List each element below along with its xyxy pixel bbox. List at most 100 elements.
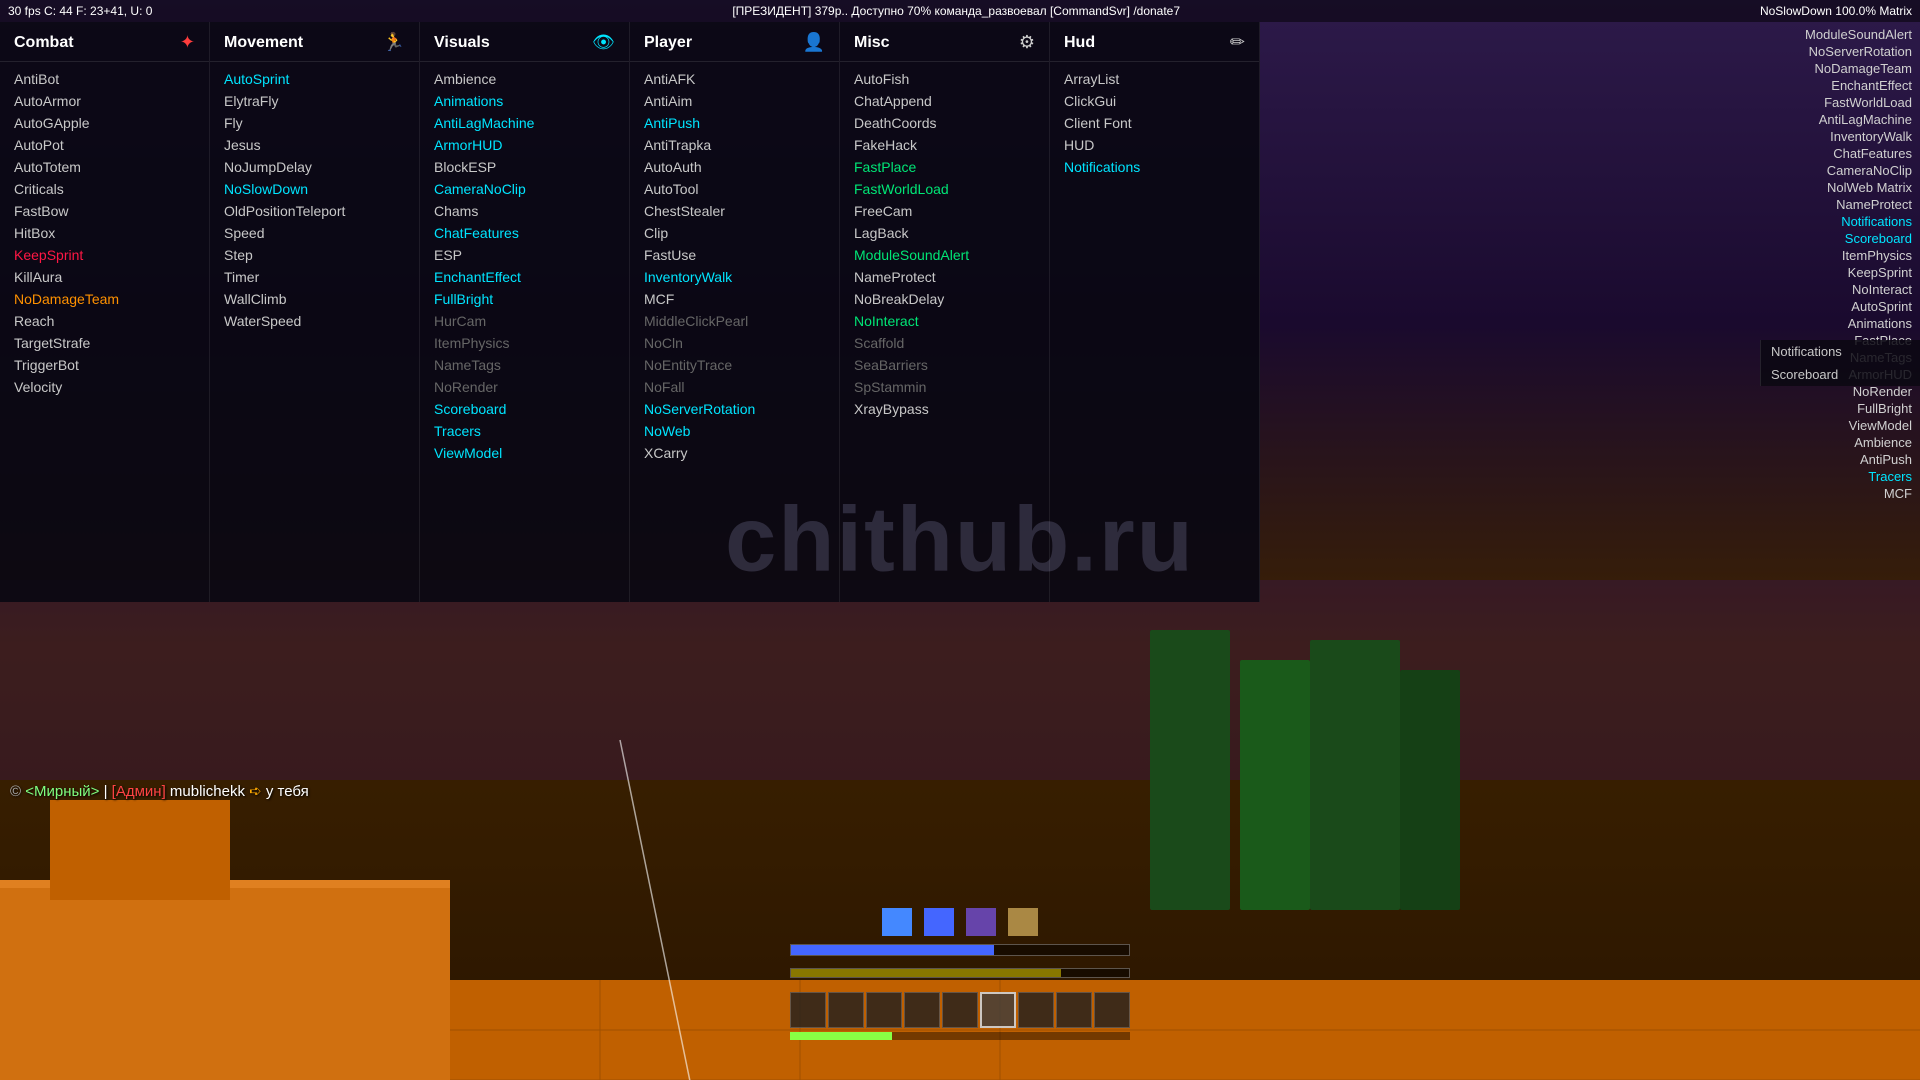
menu-item[interactable]: NoWeb — [630, 420, 839, 442]
menu-item[interactable]: BlockESP — [420, 156, 629, 178]
menu-item[interactable]: FullBright — [420, 288, 629, 310]
hotbar-slot[interactable] — [828, 992, 864, 1028]
menu-item[interactable]: NoFall — [630, 376, 839, 398]
menu-item[interactable]: ESP — [420, 244, 629, 266]
menu-item[interactable]: Timer — [210, 266, 419, 288]
hotbar-slot-selected[interactable] — [980, 992, 1016, 1028]
menu-item[interactable]: KillAura — [0, 266, 209, 288]
menu-item[interactable]: FastUse — [630, 244, 839, 266]
menu-item[interactable]: SeaBarriers — [840, 354, 1049, 376]
menu-item[interactable]: AutoFish — [840, 68, 1049, 90]
menu-item[interactable]: NameProtect — [840, 266, 1049, 288]
menu-item[interactable]: Step — [210, 244, 419, 266]
menu-item[interactable]: EnchantEffect — [420, 266, 629, 288]
menu-item[interactable]: AntiTrapka — [630, 134, 839, 156]
menu-item[interactable]: NoServerRotation — [630, 398, 839, 420]
hotbar-slot[interactable] — [1094, 992, 1130, 1028]
menu-item[interactable]: Reach — [0, 310, 209, 332]
menu-item[interactable]: NoInteract — [840, 310, 1049, 332]
sidebar-item: InventoryWalk — [1728, 128, 1912, 145]
hotbar-slot[interactable] — [904, 992, 940, 1028]
sidebar-item: MCF — [1728, 485, 1912, 502]
menu-item[interactable]: AntiAim — [630, 90, 839, 112]
menu-item[interactable]: ViewModel — [420, 442, 629, 464]
menu-item-fly[interactable]: Fly — [210, 112, 419, 134]
hotbar-slot[interactable] — [1018, 992, 1054, 1028]
menu-item[interactable]: AntiAFK — [630, 68, 839, 90]
menu-item[interactable]: LagBack — [840, 222, 1049, 244]
menu-item[interactable]: NoEntityTrace — [630, 354, 839, 376]
menu-item[interactable]: ChatFeatures — [420, 222, 629, 244]
menu-item[interactable]: Chams — [420, 200, 629, 222]
menu-item[interactable]: ElytraFly — [210, 90, 419, 112]
menu-item[interactable]: TargetStrafe — [0, 332, 209, 354]
menu-item[interactable]: FreeCam — [840, 200, 1049, 222]
hotbar-slot[interactable] — [942, 992, 978, 1028]
menu-item[interactable]: Criticals — [0, 178, 209, 200]
menu-item[interactable]: HUD — [1050, 134, 1259, 156]
menu-item[interactable]: InventoryWalk — [630, 266, 839, 288]
menu-item[interactable]: MCF — [630, 288, 839, 310]
menu-item[interactable]: TriggerBot — [0, 354, 209, 376]
menu-item[interactable]: XCarry — [630, 442, 839, 464]
menu-item[interactable]: AutoTool — [630, 178, 839, 200]
menu-item[interactable]: AutoTotem — [0, 156, 209, 178]
menu-item[interactable]: ModuleSoundAlert — [840, 244, 1049, 266]
menu-item[interactable]: MiddleClickPearl — [630, 310, 839, 332]
menu-item[interactable]: AntiLagMachine — [420, 112, 629, 134]
menu-item[interactable]: FastBow — [0, 200, 209, 222]
menu-item[interactable]: FastPlace — [840, 156, 1049, 178]
menu-item[interactable]: FastWorldLoad — [840, 178, 1049, 200]
notif-item-scoreboard[interactable]: Scoreboard — [1761, 363, 1920, 386]
hotbar-icon-4 — [1008, 908, 1038, 936]
menu-item[interactable]: Speed — [210, 222, 419, 244]
menu-item[interactable]: NoBreakDelay — [840, 288, 1049, 310]
menu-item[interactable]: NoJumpDelay — [210, 156, 419, 178]
menu-item[interactable]: Animations — [420, 90, 629, 112]
hotbar-slot[interactable] — [790, 992, 826, 1028]
menu-item-scoreboard[interactable]: Scoreboard — [420, 398, 629, 420]
menu-item-antipush[interactable]: AntiPush — [630, 112, 839, 134]
menu-item[interactable]: Ambience — [420, 68, 629, 90]
menu-item[interactable]: WaterSpeed — [210, 310, 419, 332]
menu-item[interactable]: FakeHack — [840, 134, 1049, 156]
menu-item[interactable]: WallClimb — [210, 288, 419, 310]
hotbar-slot[interactable] — [866, 992, 902, 1028]
menu-item[interactable]: ArrayList — [1050, 68, 1259, 90]
menu-item[interactable]: DeathCoords — [840, 112, 1049, 134]
menu-item[interactable]: CameraNoClip — [420, 178, 629, 200]
menu-item-velocity[interactable]: Velocity — [0, 376, 209, 398]
menu-item[interactable]: OldPositionTeleport — [210, 200, 419, 222]
menu-item[interactable]: AutoGApple — [0, 112, 209, 134]
menu-item[interactable]: NameTags — [420, 354, 629, 376]
menu-item[interactable]: NoRender — [420, 376, 629, 398]
hotbar-slot[interactable] — [1056, 992, 1092, 1028]
menu-item[interactable]: HurCam — [420, 310, 629, 332]
notif-item-notifications[interactable]: Notifications — [1761, 340, 1920, 363]
menu-item[interactable]: SpStammin — [840, 376, 1049, 398]
menu-item[interactable]: Scaffold — [840, 332, 1049, 354]
menu-item[interactable]: ChestStealer — [630, 200, 839, 222]
menu-item[interactable]: AutoArmor — [0, 90, 209, 112]
menu-item[interactable]: HitBox — [0, 222, 209, 244]
menu-item[interactable]: Client Font — [1050, 112, 1259, 134]
menu-item[interactable]: AutoAuth — [630, 156, 839, 178]
menu-item[interactable]: Jesus — [210, 134, 419, 156]
menu-item[interactable]: ChatAppend — [840, 90, 1049, 112]
menu-item[interactable]: ClickGui — [1050, 90, 1259, 112]
menu-item[interactable]: Clip — [630, 222, 839, 244]
menu-item-autosprint[interactable]: AutoSprint — [210, 68, 419, 90]
menu-item[interactable]: ArmorHUD — [420, 134, 629, 156]
menu-item-tracers[interactable]: Tracers — [420, 420, 629, 442]
menu-item-nodamageteam[interactable]: NoDamageTeam — [0, 288, 209, 310]
menu-item[interactable]: ItemPhysics — [420, 332, 629, 354]
menu-item-keepsprint[interactable]: KeepSprint — [0, 244, 209, 266]
menu-item-notifications[interactable]: Notifications — [1050, 156, 1259, 178]
hud-items: ArrayList ClickGui Client Font HUD Notif… — [1050, 62, 1259, 184]
sidebar-item: ModuleSoundAlert — [1728, 26, 1912, 43]
menu-item[interactable]: NoCln — [630, 332, 839, 354]
menu-item[interactable]: XrayBypass — [840, 398, 1049, 420]
menu-item[interactable]: AntiBot — [0, 68, 209, 90]
menu-item-noslowdown[interactable]: NoSlowDown — [210, 178, 419, 200]
menu-item[interactable]: AutoPot — [0, 134, 209, 156]
